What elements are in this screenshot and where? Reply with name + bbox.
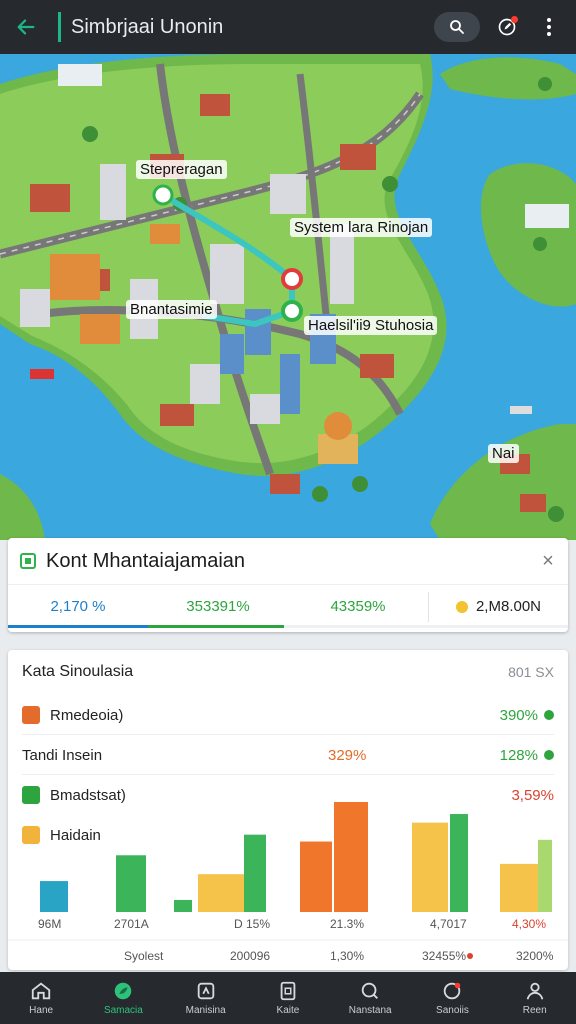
status-dot-icon — [544, 710, 554, 720]
panel-title: Kata Sinoulasia — [22, 663, 134, 680]
top-actions — [434, 12, 576, 42]
chart-footer-label: 32455% — [422, 949, 466, 963]
stat-row[interactable]: Tandi Insein 329% 128% — [8, 736, 568, 774]
nav-label: Reen — [522, 1005, 547, 1016]
nav-item-home[interactable]: Hane — [0, 972, 82, 1024]
edit-button[interactable] — [492, 12, 522, 42]
map-label-stepreragan[interactable]: Stepreragan — [136, 160, 227, 179]
chart-bar[interactable] — [300, 841, 332, 912]
chart-bar[interactable] — [244, 834, 266, 912]
nav-item-kaite[interactable]: Kaite — [247, 972, 329, 1024]
notification-dot — [511, 16, 518, 23]
map-icon — [197, 982, 214, 1000]
route-title: Kont Mhantaiajamaian — [46, 549, 246, 572]
nav-item-manisina[interactable]: Manisina — [165, 972, 247, 1024]
route-progress-segment-1 — [8, 625, 148, 628]
more-vert-icon — [547, 18, 551, 36]
map-label-haelsil[interactable]: Haelsil'ii9 Stuhosia — [304, 316, 438, 335]
search-icon — [361, 982, 379, 999]
stat-row[interactable]: Rmedeoia) 390% — [8, 696, 568, 734]
chart-x-label: 21.3% — [330, 917, 364, 931]
chart-x-label: D 15% — [234, 917, 270, 931]
stat-row-label: Tandi Insein — [22, 746, 103, 764]
stat-row-label: Rmedeoia) — [50, 706, 124, 724]
search-icon — [450, 20, 464, 34]
chart-bar[interactable] — [116, 855, 146, 912]
chart-bar[interactable] — [198, 874, 244, 912]
chart-x-label: 4,7017 — [430, 917, 467, 931]
stat-row-value-text: 128% — [499, 746, 538, 764]
route-stat-4[interactable]: 2,M8.00N — [428, 591, 568, 622]
status-dot-icon — [544, 750, 554, 760]
stats-panel: Kata Sinoulasia 801 SX Rmedeoia) 390% Ta… — [8, 650, 568, 970]
route-stat-1[interactable]: 2,170 % — [8, 598, 148, 615]
chart-bar[interactable] — [334, 802, 368, 912]
route-stat-4-value: 2,M8.00N — [475, 598, 542, 615]
profile-icon — [526, 982, 543, 1000]
route-progress — [8, 625, 568, 628]
arrow-left-icon — [17, 19, 35, 35]
stat-row-mid-value: 329% — [328, 746, 367, 764]
divider — [22, 734, 554, 735]
nav-item-samacia[interactable]: Samacia — [82, 972, 164, 1024]
route-progress-segment-2 — [148, 625, 284, 628]
nav-label: Manisina — [185, 1005, 226, 1016]
chart-x-label: 4,30% — [512, 917, 546, 931]
app-title: Simbrjaai Unonin — [71, 15, 224, 38]
footer-dot-icon — [467, 953, 473, 959]
divider — [22, 774, 554, 775]
gear-icon — [444, 982, 461, 1000]
chart-footer-label: Syolest — [124, 949, 164, 963]
bar-chart: 96M 2701A D 15% 21.3% 4,7017 4,30% Syolest 2000… — [8, 780, 568, 970]
close-button[interactable]: × — [528, 541, 568, 581]
nav-item-sanoiis[interactable]: Sanoiis — [411, 972, 493, 1024]
chart-footer-label: 1,30% — [330, 949, 364, 963]
route-stat-2[interactable]: 353391% — [148, 598, 288, 615]
nav-label: Samacia — [103, 1005, 143, 1016]
map-label-bnantasimie[interactable]: Bnantasimie — [126, 300, 217, 319]
nav-label: Sanoiis — [436, 1005, 469, 1016]
chart-bar[interactable] — [538, 839, 552, 912]
nav-label: Hane — [29, 1005, 54, 1016]
back-button[interactable] — [4, 5, 48, 49]
nav-label: Kaite — [276, 1005, 300, 1016]
map-view[interactable]: Stepreragan System lara Rinojan Bnantasi… — [0, 54, 576, 540]
stat-row-value-text: 390% — [499, 706, 538, 724]
chart-bar[interactable] — [40, 881, 68, 912]
route-header: Kont Mhantaiajamaian × — [8, 538, 568, 584]
bar-chart-svg: 96M 2701A D 15% 21.3% 4,7017 4,30% Syolest 2000… — [8, 802, 568, 963]
chart-bar[interactable] — [500, 863, 538, 912]
stat-row-value: 390% — [500, 707, 554, 724]
chart-x-label: 96M — [38, 917, 61, 931]
nav-item-nanstana[interactable]: Nanstana — [329, 972, 411, 1024]
panel-header: Kata Sinoulasia 801 SX — [8, 650, 568, 694]
calendar-icon — [22, 706, 40, 724]
route-badge-icon — [20, 553, 36, 569]
panel-meta[interactable]: 801 SX — [508, 664, 554, 680]
card-icon — [280, 981, 296, 1001]
map-canvas — [0, 54, 576, 540]
leaf-icon — [115, 982, 132, 1000]
nav-label: Nanstana — [348, 1005, 392, 1016]
chart-bar[interactable] — [174, 899, 192, 912]
chart-bar[interactable] — [450, 814, 468, 912]
nav-item-reen[interactable]: Reen — [494, 972, 576, 1024]
chart-bar[interactable] — [412, 822, 448, 912]
stat-row-value: 128% — [500, 747, 554, 764]
chart-footer-label: 3200% — [516, 949, 554, 963]
search-button[interactable] — [434, 12, 480, 42]
coin-icon — [455, 600, 468, 613]
title-wrap: Simbrjaai Unonin — [58, 12, 223, 42]
bottom-nav: Hane Samacia Manisina Kaite Nanstana San… — [0, 972, 576, 1024]
chart-x-label: 2701A — [114, 917, 149, 931]
home-icon — [31, 982, 51, 1000]
app-bar: Simbrjaai Unonin — [0, 0, 576, 54]
route-stats: 2,170 % 353391% 43359% 2,M8.00N — [8, 584, 568, 628]
route-card: Kont Mhantaiajamaian × 2,170 % 353391% 4… — [8, 538, 568, 632]
chart-footer-label: 200096 — [230, 949, 270, 963]
map-label-nai[interactable]: Nai — [488, 444, 519, 463]
more-button[interactable] — [534, 12, 564, 42]
map-label-system-lara[interactable]: System lara Rinojan — [290, 218, 433, 237]
route-stat-3[interactable]: 43359% — [288, 598, 428, 615]
